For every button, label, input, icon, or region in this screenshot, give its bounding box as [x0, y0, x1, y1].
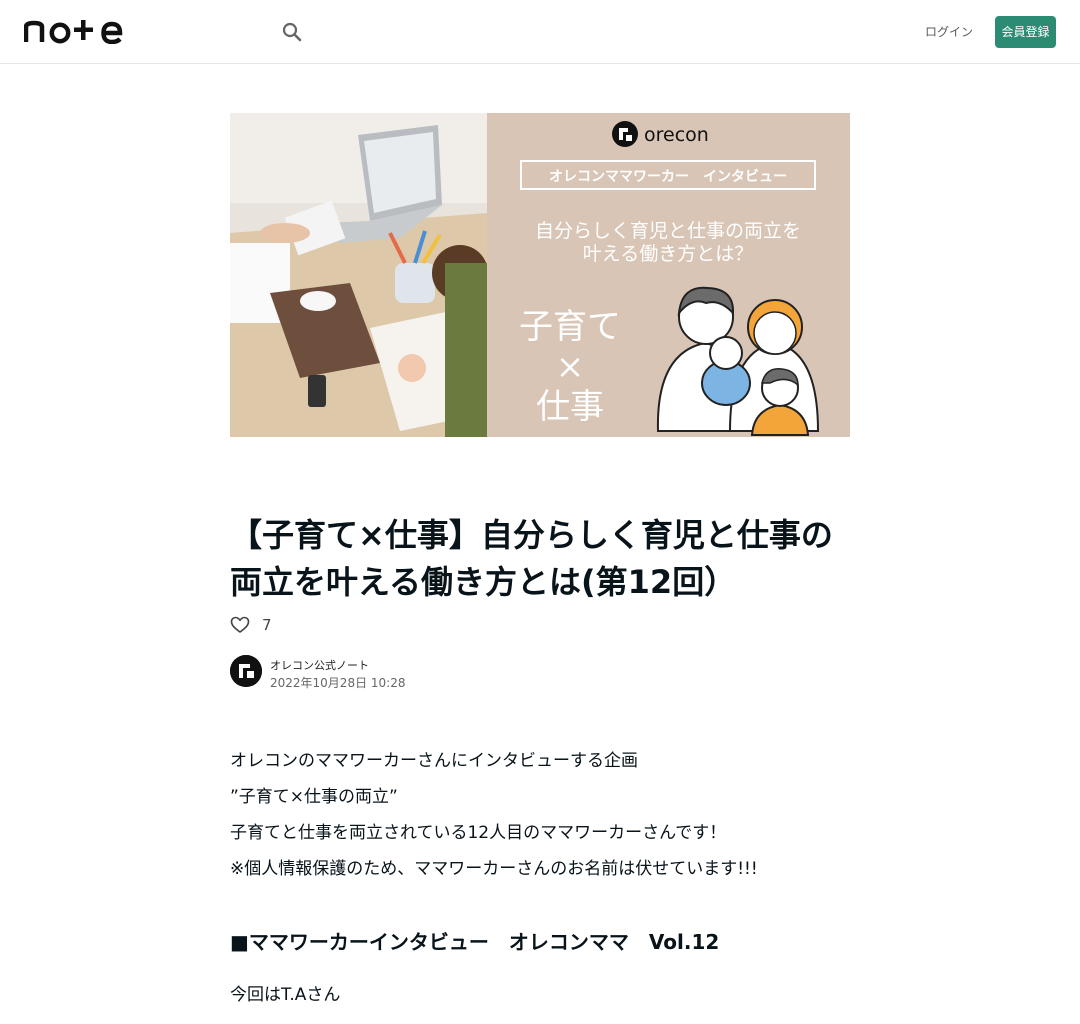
svg-text:オレコンママワーカー インタビュー: オレコンママワーカー インタビュー	[549, 169, 787, 185]
section-heading-text: ■ママワーカーインタビュー オレコンママ	[230, 930, 629, 954]
search-icon[interactable]	[280, 20, 304, 44]
note-logo[interactable]	[24, 18, 124, 44]
body-paragraph: 子育てと仕事を両立されている12人目のママワーカーさんです！	[230, 823, 727, 843]
section-heading-volume: Vol.12	[648, 930, 720, 954]
svg-text:仕事: 仕事	[536, 387, 604, 427]
author-name[interactable]: オレコン公式ノート	[270, 657, 369, 673]
section-heading: ■ママワーカーインタビュー オレコンママ Vol.12	[230, 928, 719, 956]
svg-text:叶える働き方とは？: 叶える働き方とは？	[583, 243, 753, 265]
signup-button[interactable]: 会員登録	[995, 16, 1056, 48]
svg-text:×: ×	[556, 347, 585, 387]
body-paragraph: オレコンのママワーカーさんにインタビューする企画	[230, 751, 638, 771]
orecon-logo-icon	[612, 121, 638, 147]
svg-text:orecon: orecon	[644, 124, 709, 146]
heart-icon[interactable]	[230, 615, 250, 635]
like-count[interactable]: 7	[262, 616, 272, 634]
top-header: ログイン 会員登録	[0, 0, 1080, 64]
article-title: 【子育て×仕事】自分らしく育児と仕事の両立を叶える働き方とは(第12回）	[230, 516, 833, 601]
article-hero-image: orecon オレコンママワーカー インタビュー 自分らしく育児と仕事の両立を …	[230, 113, 850, 437]
like-section: 7	[230, 614, 272, 636]
body-paragraph: ※個人情報保護のため、ママワーカーさんのお名前は伏せています!!!	[230, 859, 758, 879]
body-paragraph: 今回はT.Aさん	[230, 985, 341, 1005]
avatar[interactable]	[230, 655, 262, 687]
svg-text:子育て: 子育て	[519, 307, 621, 347]
svg-text:自分らしく育児と仕事の両立を: 自分らしく育児と仕事の両立を	[535, 220, 801, 242]
login-link[interactable]: ログイン	[920, 16, 978, 48]
avatar-logo-icon	[230, 655, 262, 687]
body-paragraph: ”子育て×仕事の両立”	[230, 787, 398, 807]
post-date: 2022年10月28日 10:28	[270, 676, 406, 690]
